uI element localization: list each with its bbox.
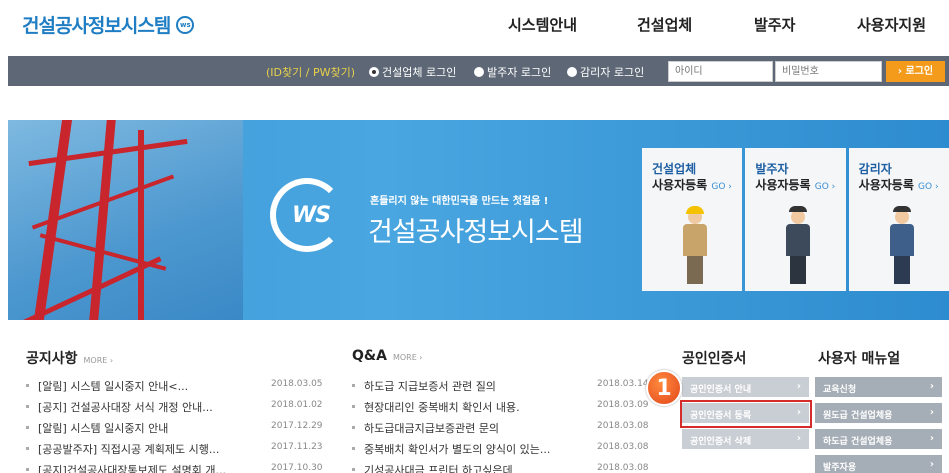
radio-contractor-login[interactable]: 건설업체 로그인 — [369, 64, 456, 80]
list-item[interactable]: 기성공사대금 프린터 하고싶은데 2018.03.08 — [352, 460, 652, 473]
nav-item-system-guide[interactable]: 시스템안내 — [508, 14, 577, 35]
reg-card-label: 사용자등록 GO › — [652, 178, 732, 192]
go-link[interactable]: GO › — [918, 182, 939, 192]
chevron-right-icon: › — [929, 433, 934, 444]
reg-card-supervisor[interactable]: 감리자 사용자등록 GO › — [848, 148, 949, 291]
cert-delete-button[interactable]: 공인인증서 삭제 › — [682, 429, 809, 449]
qna-title: Q&A MORE › — [352, 348, 423, 364]
manual-client-button[interactable]: 발주자용 › — [815, 455, 942, 473]
header: 건설공사정보시스템 ws 시스템안내 건설업체 발주자 사용자지원 — [0, 0, 949, 52]
reg-card-label: 사용자등록 GO › — [858, 178, 939, 192]
cert-title: 공인인증서 — [682, 351, 747, 367]
reg-card-label: 사용자등록 GO › — [755, 178, 836, 192]
manual-title: 사용자 매뉴얼 — [818, 351, 901, 367]
main-nav: 시스템안내 건설업체 발주자 사용자지원 — [0, 14, 949, 38]
reg-card-role: 감리자 — [858, 162, 892, 176]
list-item[interactable]: [공지]건설공사대장통보제도 설명회 개... 2017.10.30 — [26, 460, 326, 473]
reg-card-role: 발주자 — [755, 162, 789, 176]
chevron-right-icon: › — [929, 407, 934, 418]
qna-list: 하도급 지급보증서 관련 질의 2018.03.14 현장대리인 중복배치 확인서… — [352, 376, 652, 473]
list-item[interactable]: [공공발주자] 직접시공 계획제도 시행... 2017.11.23 — [26, 439, 326, 460]
list-item[interactable]: 하도급 지급보증서 관련 질의 2018.03.14 — [352, 376, 652, 397]
radio-icon — [567, 67, 577, 77]
reg-card-contractor[interactable]: 건설업체 사용자등록 GO › — [642, 148, 743, 291]
registration-cards: 건설업체 사용자등록 GO › 발주자 사용자등록 GO › 감리자 사용자등록… — [642, 148, 949, 291]
notice-list: [알림] 시스템 일시중지 안내<... 2018.03.05 [공지] 건설공사… — [26, 376, 326, 473]
radio-selected-icon — [369, 67, 379, 77]
chevron-right-icon: › — [929, 459, 934, 470]
password-input[interactable] — [775, 61, 882, 82]
reg-card-role: 건설업체 — [652, 162, 697, 176]
login-bar: (ID찾기 / PW찾기) 건설업체 로그인 발주자 로그인 감리자 로그인 ›… — [8, 56, 949, 86]
banner-title: 건설공사정보시스템 — [368, 217, 584, 248]
find-id-pw-link[interactable]: (ID찾기 / PW찾기) — [266, 64, 355, 80]
reg-card-client[interactable]: 발주자 사용자등록 GO › — [745, 148, 846, 291]
chevron-right-icon: › — [796, 381, 801, 392]
notice-more-link[interactable]: MORE › — [84, 356, 114, 365]
radio-label: 감리자 로그인 — [580, 66, 645, 79]
nav-item-contractor[interactable]: 건설업체 — [637, 14, 692, 35]
list-item[interactable]: 중복배치 확인서가 별도의 양식이 있는... 2018.03.08 — [352, 439, 652, 460]
cert-guide-button[interactable]: 공인인증서 안내 › — [682, 377, 809, 397]
list-item[interactable]: [알림] 시스템 일시중지 안내<... 2018.03.05 — [26, 376, 326, 397]
login-button[interactable]: › 로그인 — [886, 61, 945, 82]
go-link[interactable]: GO › — [711, 182, 732, 192]
radio-supervisor-login[interactable]: 감리자 로그인 — [567, 64, 644, 80]
nav-item-client[interactable]: 발주자 — [754, 14, 795, 35]
qna-more-link[interactable]: MORE › — [393, 353, 423, 362]
manual-menu: 교육신청 › 원도급 건설업체용 › 하도급 건설업체용 › 발주자용 › — [815, 377, 942, 473]
supervisor-person-icon — [887, 206, 917, 286]
crane-image — [8, 120, 243, 320]
manual-sub-contractor-button[interactable]: 하도급 건설업체용 › — [815, 429, 942, 449]
notice-title: 공지사항 MORE › — [26, 351, 114, 367]
chevron-right-icon: › — [796, 433, 801, 444]
list-item[interactable]: 하도급대금지급보증관련 문의 2018.03.08 — [352, 418, 652, 439]
nav-item-user-support[interactable]: 사용자지원 — [857, 14, 926, 35]
banner-slogan: 흔들리지 않는 대한민국을 만드는 첫걸음 ! — [370, 196, 549, 207]
radio-icon — [474, 67, 484, 77]
manual-training-button[interactable]: 교육신청 › — [815, 377, 942, 397]
worker-hardhat-icon — [680, 206, 710, 286]
highlight-box — [680, 400, 812, 428]
chevron-right-icon: › — [929, 381, 934, 392]
main-banner: WS 흔들리지 않는 대한민국을 만드는 첫걸음 ! 건설공사정보시스템 건설업… — [8, 120, 949, 320]
radio-label: 건설업체 로그인 — [382, 66, 457, 79]
list-item[interactable]: [공지] 건설공사대장 서식 개정 안내... 2018.01.02 — [26, 397, 326, 418]
ws-logo-text: WS — [292, 203, 331, 228]
list-item[interactable]: 현장대리인 중복배치 확인서 내용. 2018.03.09 — [352, 397, 652, 418]
step-number-badge: 1 — [646, 370, 682, 406]
radio-label: 발주자 로그인 — [487, 66, 552, 79]
id-input[interactable] — [668, 61, 773, 82]
radio-client-login[interactable]: 발주자 로그인 — [474, 64, 551, 80]
client-person-icon — [783, 206, 813, 286]
go-link[interactable]: GO › — [815, 182, 836, 192]
list-item[interactable]: [알림] 시스템 일시중지 안내 2017.12.29 — [26, 418, 326, 439]
manual-prime-contractor-button[interactable]: 원도급 건설업체용 › — [815, 403, 942, 423]
